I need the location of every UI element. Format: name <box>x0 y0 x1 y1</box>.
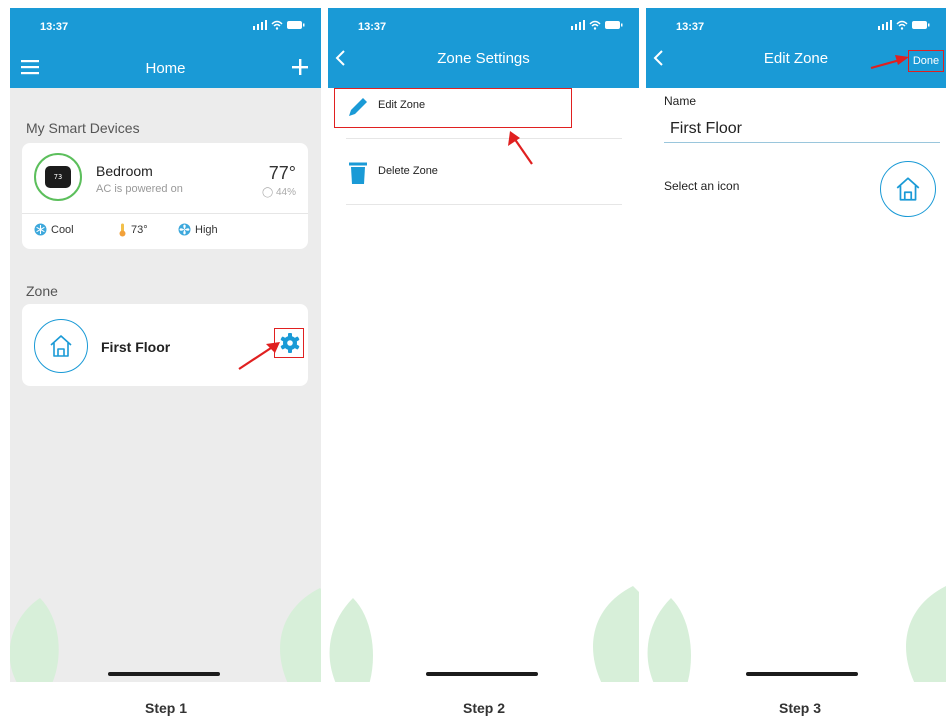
menu-item-label: Delete Zone <box>378 165 438 177</box>
step-label: Step 1 <box>144 700 187 716</box>
battery-icon <box>605 21 623 29</box>
wifi-icon <box>896 20 908 30</box>
section-title-devices: My Smart Devices <box>26 120 140 136</box>
divider <box>346 138 622 139</box>
section-title-zone: Zone <box>26 283 58 299</box>
add-icon[interactable] <box>289 56 311 78</box>
icon-picker[interactable] <box>880 161 936 217</box>
status-icons <box>571 19 623 31</box>
page-title: Zone Settings <box>437 50 530 67</box>
leaf-decoration <box>280 588 321 682</box>
device-status: AC is powered on <box>96 183 183 195</box>
highlight-box <box>334 88 572 128</box>
mode-indicator: Cool <box>34 223 74 236</box>
done-button[interactable]: Done <box>908 50 944 72</box>
zone-icon-circle <box>34 319 88 373</box>
edit-zone-screen: 13:37 Edit Zone Done Name First Floor Se… <box>646 8 946 682</box>
device-name: Bedroom <box>96 163 153 179</box>
step-label: Step 2 <box>462 700 505 716</box>
step-label: Step 3 <box>778 700 821 716</box>
setpoint-indicator: 73° <box>118 223 148 237</box>
menu-item-delete-zone[interactable]: Delete Zone <box>346 141 622 205</box>
wifi-icon <box>271 20 283 30</box>
setpoint-label: 73° <box>131 224 148 236</box>
leaf-decoration <box>647 598 691 682</box>
leaf-decoration <box>10 598 59 682</box>
name-input[interactable]: First Floor <box>670 120 742 138</box>
device-thermostat-icon: 73 <box>45 166 71 188</box>
name-label: Name <box>664 94 697 108</box>
device-temperature: 77° <box>268 163 296 183</box>
device-humidity: ◯ 44% <box>262 187 296 198</box>
annotation-arrow <box>508 131 533 165</box>
home-indicator <box>108 672 220 676</box>
home-indicator <box>426 672 538 676</box>
annotation-arrow <box>870 55 909 70</box>
nav-bar: 13:37 Home <box>10 8 321 88</box>
leaf-decoration <box>329 598 373 682</box>
snowflake-icon <box>34 223 47 236</box>
device-card[interactable]: 73 Bedroom AC is powered on 77° ◯ 44% Co… <box>22 143 308 249</box>
signal-icon <box>571 20 585 30</box>
divider <box>346 204 622 205</box>
zone-settings-screen: 13:37 Zone Settings Edit Zone Delete Zon… <box>328 8 639 682</box>
divider <box>22 213 308 214</box>
battery-icon <box>912 21 930 29</box>
thermometer-icon <box>119 223 126 237</box>
page-title: Home <box>145 60 186 77</box>
icon-select-label: Select an icon <box>664 179 740 193</box>
home-indicator <box>746 672 858 676</box>
status-time: 13:37 <box>358 21 387 33</box>
leaf-decoration <box>593 586 639 682</box>
trash-icon <box>349 162 367 184</box>
name-input-underline <box>664 142 940 143</box>
fan-indicator: High <box>178 223 218 236</box>
signal-icon <box>253 20 267 30</box>
status-time: 13:37 <box>676 21 705 33</box>
zone-name: First Floor <box>101 339 171 355</box>
mode-label: Cool <box>51 223 74 236</box>
wifi-icon <box>589 20 601 30</box>
fan-icon <box>178 223 191 236</box>
status-time: 13:37 <box>40 21 69 33</box>
status-icons <box>253 19 305 31</box>
home-icon <box>50 335 72 357</box>
device-avatar: 73 <box>34 153 82 201</box>
home-icon <box>896 177 920 201</box>
signal-icon <box>878 20 892 30</box>
annotation-arrow <box>238 342 280 370</box>
status-icons <box>878 19 930 31</box>
leaf-decoration <box>906 586 946 682</box>
nav-bar: 13:37 Edit Zone Done <box>646 8 946 88</box>
battery-icon <box>287 21 305 29</box>
fan-label: High <box>195 223 218 236</box>
